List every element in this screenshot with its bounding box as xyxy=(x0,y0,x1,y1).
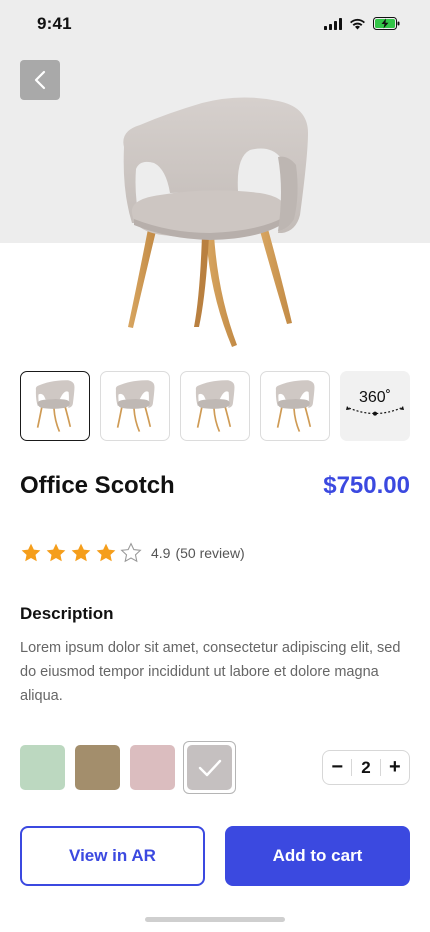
quantity-value: 2 xyxy=(351,759,381,776)
color-swatch-pink[interactable] xyxy=(130,745,175,790)
rating-count[interactable]: (50 review) xyxy=(175,545,244,561)
chair-thumbnail-icon xyxy=(35,380,75,432)
gallery-thumbnail-3[interactable] xyxy=(180,371,250,441)
chevron-left-icon xyxy=(34,70,46,90)
product-name: Office Scotch xyxy=(20,472,175,499)
chair-thumbnail-icon xyxy=(275,380,315,432)
gallery-thumbnail-2[interactable] xyxy=(100,371,170,441)
quantity-stepper: − 2 + xyxy=(322,750,410,785)
product-price: $750.00 xyxy=(323,472,410,499)
description-text: Lorem ipsum dolor sit amet, consectetur … xyxy=(20,640,401,704)
gallery-thumbnails: 360˚ xyxy=(20,371,410,441)
star-filled-icon xyxy=(46,543,66,562)
rating-value: 4.9 xyxy=(151,545,171,561)
chair-thumbnail-icon xyxy=(195,380,235,432)
star-filled-icon xyxy=(96,543,116,562)
status-time: 9:41 xyxy=(37,14,72,33)
color-swatch-grey[interactable] xyxy=(187,745,232,790)
star-filled-icon xyxy=(71,543,91,562)
quantity-decrement-button[interactable]: − xyxy=(323,751,351,784)
gallery-thumbnail-1[interactable] xyxy=(20,371,90,441)
chair-image xyxy=(123,97,308,347)
wifi-icon xyxy=(350,18,365,29)
rating-stars xyxy=(20,542,142,564)
color-swatch-selected-ring xyxy=(183,741,236,794)
battery-charging-icon xyxy=(373,17,400,30)
description-title: Description xyxy=(20,604,114,623)
chair-thumbnail-icon xyxy=(115,380,155,432)
color-swatch-green[interactable] xyxy=(20,745,65,790)
add-to-cart-button[interactable]: Add to cart xyxy=(225,826,410,886)
product-title-row: Office Scotch $750.00 xyxy=(20,472,410,504)
color-swatches xyxy=(20,741,236,794)
quantity-increment-button[interactable]: + xyxy=(381,751,409,784)
star-empty-icon xyxy=(120,542,142,563)
view-in-ar-button[interactable]: View in AR xyxy=(20,826,205,886)
back-button[interactable] xyxy=(20,60,60,100)
view-360-button[interactable]: 360˚ xyxy=(340,371,410,441)
status-icons xyxy=(324,17,400,30)
checkmark-icon xyxy=(198,759,221,776)
gallery-thumbnail-4[interactable] xyxy=(260,371,330,441)
rating-row: 4.9 (50 review) xyxy=(20,540,245,566)
star-filled-icon xyxy=(21,543,41,562)
cellular-signal-icon xyxy=(324,17,342,30)
home-indicator[interactable] xyxy=(145,917,285,922)
rotate-360-icon xyxy=(346,406,404,416)
status-bar: 9:41 xyxy=(0,0,430,48)
color-swatch-brown[interactable] xyxy=(75,745,120,790)
